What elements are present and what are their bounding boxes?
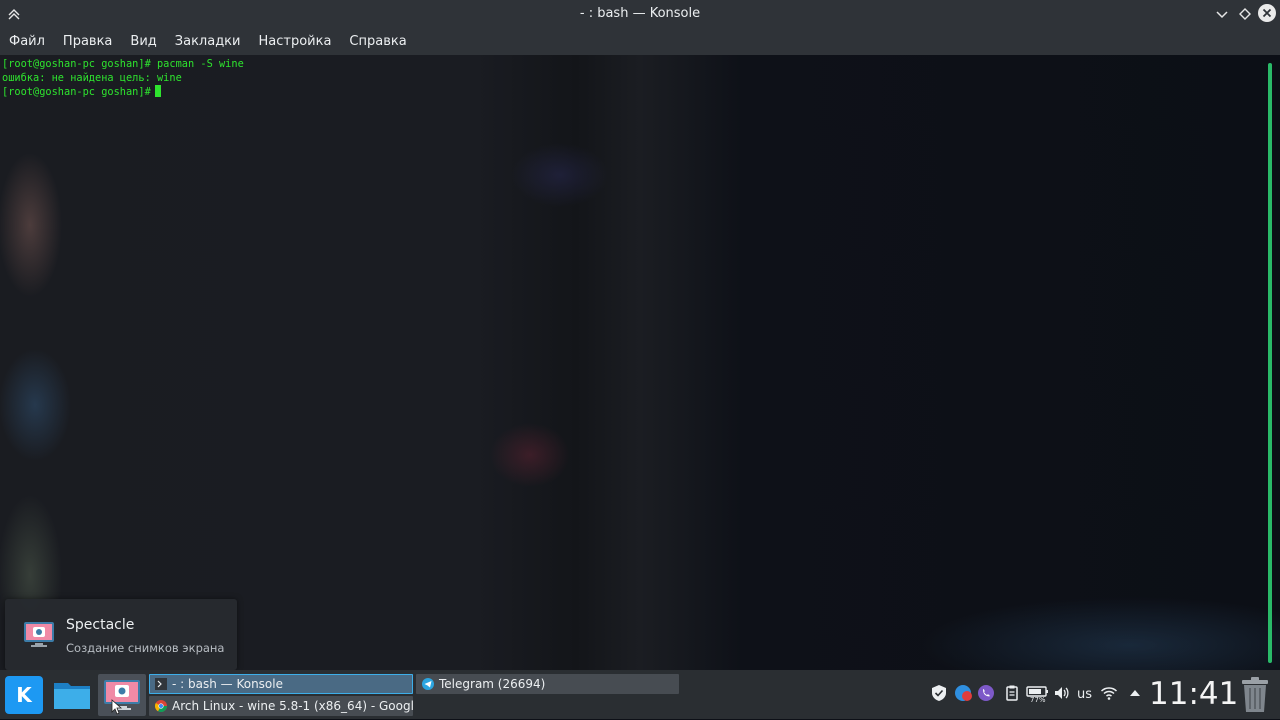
volume-icon[interactable] — [1053, 684, 1071, 706]
battery-percent: 77% — [1030, 696, 1046, 704]
file-manager-icon[interactable] — [52, 675, 92, 715]
task-label: - : bash — Konsole — [172, 677, 283, 691]
window-titlebar[interactable]: - : bash — Konsole — [0, 0, 1280, 28]
close-icon[interactable] — [1258, 4, 1276, 22]
terminal-line: [root@goshan-pc goshan]# — [2, 86, 151, 98]
messenger-notification-icon[interactable] — [954, 684, 972, 706]
terminal-line: [root@goshan-pc goshan]# pacman -S wine — [2, 58, 244, 70]
notification-title: Spectacle — [66, 617, 135, 633]
window-title: - : bash — Konsole — [579, 6, 701, 21]
terminal-view[interactable]: [root@goshan-pc goshan]# pacman -S wine о… — [0, 55, 1280, 670]
telegram-icon — [422, 678, 434, 690]
terminal-line: ошибка: не найдена цель: wine — [2, 72, 182, 84]
digital-clock[interactable]: 11:41 — [1149, 672, 1238, 716]
spectacle-launcher[interactable] — [98, 674, 146, 716]
tray-expand-arrow-icon[interactable] — [1126, 684, 1144, 706]
terminal-prompt-line: [root@goshan-pc goshan]# — [2, 85, 244, 99]
keyboard-layout-indicator[interactable]: us — [1077, 684, 1092, 706]
spectacle-icon — [24, 622, 54, 647]
wifi-icon[interactable] — [1100, 684, 1118, 706]
minimize-icon[interactable] — [1214, 6, 1230, 22]
menu-bookmarks[interactable]: Закладки — [166, 28, 250, 55]
viber-icon[interactable] — [977, 684, 995, 706]
menu-view[interactable]: Вид — [121, 28, 165, 55]
application-launcher-icon[interactable]: K — [5, 676, 43, 714]
menu-help[interactable]: Справка — [340, 28, 415, 55]
menu-bar: Файл Правка Вид Закладки Настройка Справ… — [0, 28, 1280, 55]
terminal-icon — [155, 678, 167, 690]
notification-popup[interactable]: Spectacle Создание снимков экрана — [5, 599, 237, 670]
maximize-icon[interactable] — [1237, 6, 1253, 22]
menu-file[interactable]: Файл — [0, 28, 54, 55]
task-telegram[interactable]: Telegram (26694) — [416, 674, 679, 694]
task-label: Arch Linux - wine 5.8-1 (x86_64) - Googl… — [172, 699, 413, 713]
task-label: Telegram (26694) — [439, 677, 546, 691]
taskbar: K - : bash — Konsole Arch Linux - wine 5… — [0, 670, 1280, 719]
task-chrome[interactable]: Arch Linux - wine 5.8-1 (x86_64) - Googl… — [149, 696, 413, 716]
trash-icon[interactable] — [1238, 676, 1272, 714]
terminal-scrollbar[interactable] — [1268, 63, 1272, 663]
task-konsole[interactable]: - : bash — Konsole — [149, 674, 413, 694]
menu-edit[interactable]: Правка — [54, 28, 121, 55]
chrome-icon — [155, 700, 167, 712]
clipboard-icon[interactable] — [1003, 684, 1021, 706]
menu-settings[interactable]: Настройка — [249, 28, 340, 55]
battery-icon[interactable]: 77% — [1026, 684, 1050, 706]
terminal-cursor — [154, 85, 161, 97]
terminal-output: [root@goshan-pc goshan]# pacman -S wine о… — [2, 57, 244, 99]
notification-body: Создание снимков экрана — [66, 641, 225, 655]
spectacle-icon — [104, 680, 140, 715]
shield-icon[interactable] — [930, 684, 948, 706]
